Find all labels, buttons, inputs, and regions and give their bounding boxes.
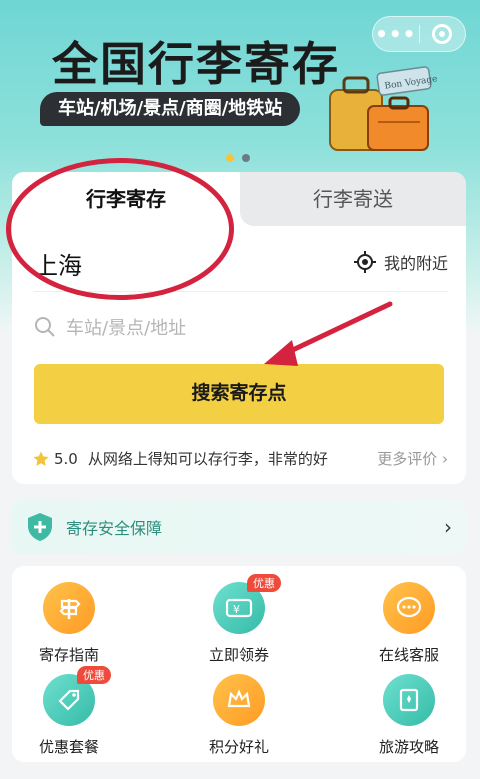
mini-program-capsule: ••• xyxy=(372,16,466,52)
service-label: 旅游攻略 xyxy=(378,738,439,756)
chevron-right-icon: › xyxy=(442,450,448,468)
promo-badge: 优惠 xyxy=(247,574,281,592)
nearby-button[interactable]: 我的附近 xyxy=(353,250,448,274)
promo-badge: 优惠 xyxy=(77,666,111,684)
carousel-indicator xyxy=(226,154,250,162)
service-label: 在线客服 xyxy=(378,646,439,664)
banner-title: 全国行李寄存 xyxy=(52,37,340,91)
tag-icon: 优惠 xyxy=(43,666,111,726)
more-reviews-link[interactable]: 更多评价 › xyxy=(377,448,448,469)
service-support[interactable]: 在线客服 xyxy=(354,582,464,672)
shield-icon xyxy=(28,513,52,541)
service-travel-guide[interactable]: 旅游攻略 xyxy=(354,674,464,764)
service-label: 立即领券 xyxy=(208,646,269,664)
annotation-circle xyxy=(6,158,234,300)
more-menu-icon[interactable]: ••• xyxy=(373,19,419,49)
target-icon[interactable] xyxy=(419,24,465,44)
carousel-dot xyxy=(242,154,250,162)
guide-book-icon xyxy=(383,674,435,726)
nearby-label: 我的附近 xyxy=(383,254,448,273)
search-input[interactable]: 车站/景点/地址 xyxy=(34,314,186,340)
safety-guarantee-bar[interactable]: 寄存安全保障 › xyxy=(12,500,466,554)
tab-luggage-delivery[interactable]: 行李寄送 xyxy=(240,172,466,226)
luggage-illustration: Bon Voyage xyxy=(329,66,438,151)
search-icon xyxy=(35,317,55,337)
chat-icon xyxy=(383,582,435,634)
more-reviews-label: 更多评价 xyxy=(377,450,438,468)
service-rewards[interactable]: 积分好礼 xyxy=(184,674,294,764)
service-guide[interactable]: 寄存指南 xyxy=(14,582,124,672)
service-grid: 寄存指南 ¥ 优惠 立即领券 在线客服 优惠 优惠套餐 积分好礼 旅游攻略 xyxy=(12,566,466,762)
search-placeholder: 车站/景点/地址 xyxy=(66,318,187,339)
review-summary[interactable]: 5.0 从网络上得知可以存行李，非常的好 更多评价 › xyxy=(32,448,448,469)
locate-icon xyxy=(353,251,376,273)
safety-label: 寄存安全保障 xyxy=(66,519,163,538)
service-label: 寄存指南 xyxy=(38,646,99,664)
review-score: 5.0 xyxy=(54,449,78,468)
banner-subtitle: 车站/机场/景点/商圈/地铁站 xyxy=(40,92,301,126)
coupon-icon: ¥ 优惠 xyxy=(213,574,281,634)
svg-text:¥: ¥ xyxy=(233,603,240,616)
crown-icon xyxy=(213,674,265,726)
annotation-arrow xyxy=(264,301,393,366)
carousel-dot-active xyxy=(226,154,234,162)
review-text: 从网络上得知可以存行李，非常的好 xyxy=(87,450,328,468)
star-icon xyxy=(33,451,49,466)
chevron-right-icon: › xyxy=(444,515,452,539)
service-coupon[interactable]: ¥ 优惠 立即领券 xyxy=(184,574,294,672)
service-label: 优惠套餐 xyxy=(38,738,99,756)
signpost-icon xyxy=(43,582,95,634)
service-package[interactable]: 优惠 优惠套餐 xyxy=(14,666,124,764)
service-label: 积分好礼 xyxy=(208,738,269,756)
